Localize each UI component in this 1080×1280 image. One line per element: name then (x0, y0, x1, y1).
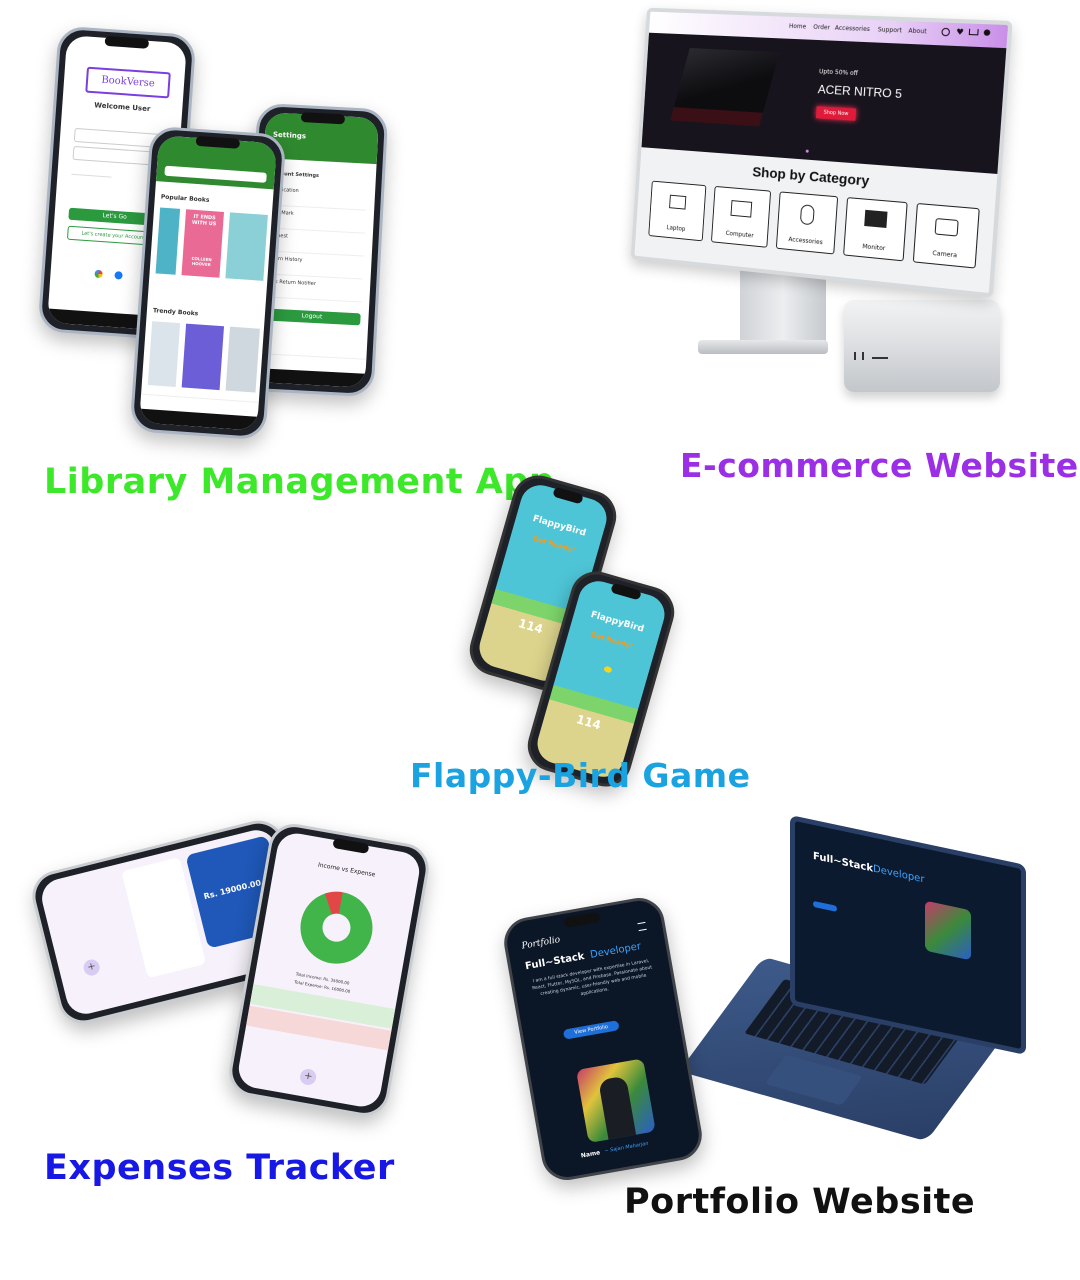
laptop-headline-a: Full~Stack (813, 850, 873, 875)
nav-about[interactable]: About (908, 27, 927, 35)
name-label: Name (580, 1149, 601, 1160)
heart-icon[interactable]: ♥ (956, 27, 964, 37)
popular-books-heading: Popular Books (160, 193, 210, 204)
category-label-laptop: Laptop (666, 224, 686, 233)
mouse-icon (799, 204, 815, 226)
google-icon[interactable] (94, 269, 103, 279)
donut-chart (294, 885, 379, 970)
laptop-headline-b: Developer (873, 863, 925, 886)
library-caption: Library Management App (44, 462, 555, 502)
facebook-icon[interactable] (114, 271, 123, 280)
search-icon[interactable] (941, 27, 951, 37)
category-label-computer: Computer (725, 229, 754, 240)
chart-title: Income vs Expense (317, 861, 376, 879)
category-card-laptop[interactable]: Laptop (648, 180, 707, 242)
category-card-monitor[interactable]: Monitor (843, 197, 908, 262)
portfolio-caption: Portfolio Website (624, 1182, 976, 1222)
profile-photo (576, 1058, 656, 1144)
book-title: IT ENDS WITH US (191, 213, 217, 228)
hero-banner: Upto 50% off ACER NITRO 5 Shop Now (641, 32, 1007, 174)
usb-port (862, 352, 864, 360)
book-cover-featured[interactable]: IT ENDS WITH US COLLEEN HOOVER (181, 209, 224, 278)
usb-port (854, 352, 856, 360)
library-home-phone: Popular Books IT ENDS WITH US COLLEEN HO… (129, 125, 287, 441)
monitor-stand-base (698, 340, 828, 354)
category-card-camera[interactable]: Camera (912, 202, 980, 269)
settings-item-book-return-notifier[interactable]: Book Return Notifier (264, 274, 363, 303)
bird-icon (603, 665, 613, 674)
laptop-profile-photo (925, 900, 971, 961)
bookverse-logo: BookVerse (85, 66, 171, 99)
book-author: COLLEEN HOOVER (191, 255, 212, 268)
name-value: ~ Sajan Maharjan (604, 1140, 649, 1155)
ecommerce-caption: E-commerce Website (680, 446, 1079, 485)
category-label-monitor: Monitor (862, 243, 886, 253)
portfolio-logo[interactable]: Portfolio (521, 935, 561, 952)
book-cover[interactable] (147, 321, 181, 387)
category-label-camera: Camera (932, 249, 958, 260)
settings-title: Settings (272, 130, 307, 141)
flappy-caption: Flappy-Bird Game (410, 756, 751, 795)
book-cover[interactable] (225, 212, 268, 281)
book-cover[interactable] (155, 207, 181, 275)
logout-button[interactable]: Logout (263, 308, 361, 326)
camera-icon (934, 218, 959, 237)
category-label-accessories: Accessories (788, 235, 823, 247)
laptop-image (670, 48, 780, 127)
computer-icon (730, 200, 753, 218)
nav-home[interactable]: Home (789, 23, 807, 31)
laptop-icon (669, 194, 687, 210)
monitor-icon (864, 209, 888, 228)
carousel-dot[interactable] (805, 149, 809, 153)
welcome-text: Welcome User (94, 101, 151, 114)
view-portfolio-button[interactable]: View Portfolio (562, 1020, 620, 1040)
promo-title: ACER NITRO 5 (817, 82, 903, 102)
headline-a: Full~Stack (524, 951, 586, 973)
category-card-computer[interactable]: Computer (710, 185, 772, 248)
shop-now-button[interactable]: Shop Now (815, 106, 857, 121)
cart-icon[interactable] (968, 28, 979, 36)
book-cover[interactable] (225, 326, 260, 393)
trendy-books-heading: Trendy Books (152, 307, 199, 318)
nav-order[interactable]: Order (813, 24, 830, 32)
user-icon[interactable] (983, 29, 991, 36)
card-slot (872, 357, 888, 359)
nav-support[interactable]: Support (878, 26, 903, 34)
game-score: 114 (574, 712, 603, 733)
monitor: Home Order Accessories Support About ♥ U… (630, 7, 1013, 298)
menu-icon[interactable] (637, 921, 647, 932)
desktop-unit (844, 300, 1000, 392)
remember-row[interactable] (71, 165, 112, 178)
balance-amount: Rs. 19000.00 (202, 878, 262, 902)
category-row: Laptop Computer Accessories Monitor Came… (648, 180, 980, 271)
expenses-caption: Expenses Tracker (44, 1148, 395, 1188)
portfolio-phone: Portfolio Full~Stack Developer I am a fu… (500, 893, 706, 1185)
book-cover[interactable] (181, 323, 225, 391)
headline-b: Developer (589, 941, 642, 961)
promo-small: Upto 50% off (818, 68, 859, 78)
nav-accessories[interactable]: Accessories (835, 25, 871, 33)
add-button[interactable]: + (298, 1067, 318, 1087)
category-card-accessories[interactable]: Accessories (775, 191, 839, 255)
add-button[interactable]: + (81, 957, 102, 978)
laptop-portfolio-button[interactable] (813, 900, 837, 912)
